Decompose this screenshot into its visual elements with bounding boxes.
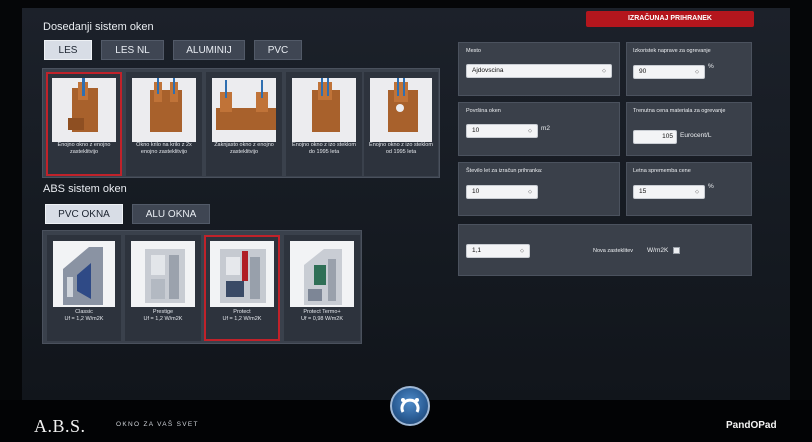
tagline: OKNO ZA VAŠ SVET [116, 421, 199, 428]
pvc-profile-image [131, 241, 195, 307]
old-window-card[interactable]: Okno krilo na krilo z 2x enojno zastekli… [126, 72, 202, 176]
efficiency-unit: % [708, 63, 714, 70]
card-caption: Zaknjasto okno z enojno zasteklitvijo [214, 142, 274, 155]
abs-card-name: Classic [75, 309, 93, 315]
years-panel: Število let za izračun prihranka: 10 ◇ [458, 162, 620, 216]
efficiency-label: Izkoristek naprave za ogrevanje [633, 48, 711, 54]
price-change-value: 15 [639, 188, 647, 195]
old-window-card[interactable]: Enojno okno z izo steklom od 1995 leta [364, 72, 438, 176]
efficiency-select[interactable]: 90 ◇ [633, 65, 705, 79]
price-change-select[interactable]: 15 ◇ [633, 185, 705, 199]
current-system-title: Dosedanji sistem oken [43, 21, 154, 33]
abs-card-name: Protect Termo+ [303, 309, 341, 315]
tab-pvc[interactable]: PVC [254, 40, 302, 60]
new-glazing-unit: W/m2K [647, 247, 669, 254]
abs-card-name: Prestige [152, 309, 174, 315]
glazing-panel: 1,1 ◇ Nova zasteklitev W/m2K [458, 224, 752, 276]
years-label: Število let za izračun prihranka: [466, 168, 543, 174]
city-select[interactable]: Ajdovscina ◇ [466, 64, 612, 78]
card-caption: Enojno okno z izo steklom od 1995 leta [369, 142, 433, 155]
abs-card-uf: Uf = 1,2 W/m2K [222, 316, 262, 322]
tab-les[interactable]: LES [44, 40, 92, 60]
new-glazing-checkbox[interactable] [673, 247, 680, 254]
old-window-card[interactable]: Enojno okno z enojno zasteklitvijo [46, 72, 122, 176]
pvc-profile-image [290, 241, 354, 307]
area-value: 10 [472, 127, 480, 134]
window-profile-image [132, 78, 196, 142]
chevron-updown-icon: ◇ [695, 189, 699, 195]
price-input[interactable]: 105 [633, 130, 677, 144]
window-profile-image [292, 78, 356, 142]
years-value: 10 [472, 188, 480, 195]
years-select[interactable]: 10 ◇ [466, 185, 538, 199]
chevron-updown-icon: ◇ [520, 248, 524, 254]
city-value: Ajdovscina [472, 67, 504, 74]
abs-card-uf: Uf = 0,98 W/m2K [300, 316, 344, 322]
abs-card-uf: Uf = 1,2 W/m2K [143, 316, 183, 322]
abs-card-name: Protect [233, 309, 251, 315]
abs-window-card[interactable]: Classic Uf = 1,2 W/m2K [47, 235, 121, 341]
chevron-updown-icon: ◇ [695, 69, 699, 75]
abs-window-card[interactable]: Protect Uf = 1,2 W/m2K [204, 235, 280, 341]
card-caption: Okno krilo na krilo z 2x enojno zastekli… [136, 142, 192, 155]
horseshoe-icon [400, 398, 420, 413]
old-window-card[interactable]: Zaknjasto okno z enojno zasteklitvijo [206, 72, 282, 176]
city-panel: Mesto Ajdovscina ◇ [458, 42, 620, 96]
u-value: 1,1 [472, 247, 482, 254]
card-caption: Enojno okno z izo steklom do 1995 leta [292, 142, 356, 155]
chevron-updown-icon: ◇ [528, 128, 532, 134]
window-profile-image [370, 78, 432, 142]
area-panel: Površina oken 10 ◇ m2 [458, 102, 620, 156]
price-change-unit: % [708, 183, 714, 190]
area-unit: m2 [541, 125, 551, 132]
card-caption: Enojno okno z enojno zasteklitvijo [57, 142, 111, 155]
efficiency-panel: Izkoristek naprave za ogrevanje 90 ◇ % [626, 42, 752, 96]
abs-tabs: PVC OKNA ALU OKNA [45, 204, 219, 224]
old-window-card[interactable]: Enojno okno z izo steklom do 1995 leta [286, 72, 362, 176]
tab-les-nl[interactable]: LES NL [101, 40, 164, 60]
pandopad-logo: PandOPad [726, 420, 777, 431]
new-glazing-label: Nova zasteklitev [593, 248, 634, 254]
tab-aluminij[interactable]: ALUMINIJ [173, 40, 245, 60]
calculate-savings-button[interactable]: IZRAČUNAJ PRIHRANEK [586, 11, 754, 27]
abs-window-card[interactable]: Protect Termo+ Uf = 0,98 W/m2K [284, 235, 360, 341]
window-profile-image [212, 78, 276, 142]
window-profile-image [52, 78, 116, 142]
u-value-select[interactable]: 1,1 ◇ [466, 244, 530, 258]
tab-pvc-okna[interactable]: PVC OKNA [45, 204, 123, 224]
city-label: Mesto [466, 48, 481, 54]
home-button[interactable] [390, 386, 430, 426]
area-select[interactable]: 10 ◇ [466, 124, 538, 138]
chevron-updown-icon: ◇ [528, 189, 532, 195]
abs-card-uf: Uf = 1,2 W/m2K [64, 316, 104, 322]
pvc-profile-image [53, 241, 115, 307]
price-change-label: Letna sprememba cene [633, 168, 691, 174]
abs-system-title: ABS sistem oken [43, 183, 127, 195]
chevron-updown-icon: ◇ [602, 68, 606, 74]
material-tabs: LES LES NL ALUMINIJ PVC [44, 40, 311, 60]
price-panel: Trenutna cena materiala za ogrevanje 105… [626, 102, 752, 156]
abs-logo: A.B.S. [34, 416, 86, 436]
pvc-profile-image [210, 241, 274, 307]
area-label: Površina oken [466, 108, 501, 114]
tab-alu-okna[interactable]: ALU OKNA [132, 204, 210, 224]
price-label: Trenutna cena materiala za ogrevanje [633, 108, 726, 114]
price-change-panel: Letna sprememba cene 15 ◇ % [626, 162, 752, 216]
efficiency-value: 90 [639, 68, 647, 75]
price-unit: Eurocent/L [680, 132, 712, 139]
abs-window-card[interactable]: Prestige Uf = 1,2 W/m2K [125, 235, 201, 341]
